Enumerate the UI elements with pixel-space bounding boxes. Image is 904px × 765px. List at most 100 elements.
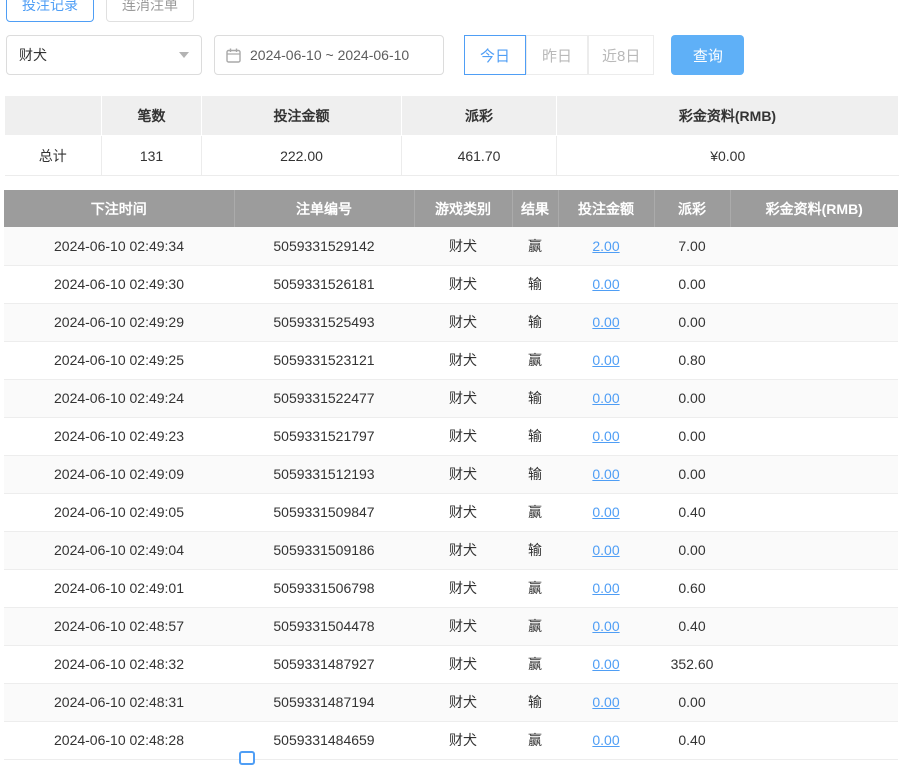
table-row: 2024-06-10 02:48:575059331504478财犬赢0.000… — [4, 607, 898, 645]
tab-chain-cancel-orders[interactable]: 连消注单 — [106, 0, 194, 22]
summary-header-cell: 笔数 — [102, 96, 202, 136]
result-cell: 赢 — [512, 493, 558, 531]
quick-date-button-group: 今日 昨日 近8日 — [464, 35, 654, 75]
game-type-cell: 财犬 — [414, 303, 512, 341]
records-table-head: 下注时间注单编号游戏类别结果投注金额派彩彩金资料(RMB) — [4, 190, 898, 227]
bet-amount-cell: 0.00 — [558, 379, 654, 417]
order-id-cell: 5059331509186 — [234, 531, 414, 569]
search-button[interactable]: 查询 — [671, 35, 744, 75]
bet-amount-cell: 0.00 — [558, 721, 654, 759]
bonus-cell — [730, 379, 898, 417]
filter-bar: 财犬 2024-06-10 ~ 2024-06-10 今日 昨日 近8日 查询 — [6, 35, 901, 75]
order-id-cell: 5059331512193 — [234, 455, 414, 493]
bonus-cell — [730, 493, 898, 531]
bet-amount-link[interactable]: 0.00 — [592, 618, 619, 634]
summary-header-cell: 派彩 — [402, 96, 557, 136]
bet-amount-link[interactable]: 0.00 — [592, 466, 619, 482]
order-id-cell: 5059331504478 — [234, 607, 414, 645]
bet-time-cell: 2024-06-10 02:48:32 — [4, 645, 234, 683]
bet-amount-cell: 0.00 — [558, 303, 654, 341]
game-type-cell: 财犬 — [414, 607, 512, 645]
betting-records-page: 投注记录 连消注单 财犬 2024-06-10 ~ 2024-06-10 今日 … — [0, 0, 904, 760]
game-type-cell: 财犬 — [414, 341, 512, 379]
result-cell: 输 — [512, 265, 558, 303]
bonus-cell — [730, 417, 898, 455]
calendar-icon — [226, 48, 241, 63]
bet-time-cell: 2024-06-10 02:49:23 — [4, 417, 234, 455]
bet-amount-cell: 2.00 — [558, 227, 654, 265]
game-type-cell: 财犬 — [414, 417, 512, 455]
bet-amount-cell: 0.00 — [558, 607, 654, 645]
summary-table-body: 总计131222.00461.70¥0.00 — [5, 136, 899, 176]
tab-bar: 投注记录 连消注单 — [4, 0, 901, 22]
payout-cell: 0.40 — [654, 607, 730, 645]
bet-amount-link[interactable]: 0.00 — [592, 276, 619, 292]
game-type-cell: 财犬 — [414, 531, 512, 569]
bet-time-cell: 2024-06-10 02:49:01 — [4, 569, 234, 607]
bet-time-cell: 2024-06-10 02:48:28 — [4, 721, 234, 759]
bet-amount-cell: 0.00 — [558, 265, 654, 303]
bet-amount-link[interactable]: 0.00 — [592, 732, 619, 748]
bonus-cell — [730, 265, 898, 303]
bet-time-cell: 2024-06-10 02:49:09 — [4, 455, 234, 493]
date-range-input[interactable]: 2024-06-10 ~ 2024-06-10 — [214, 35, 444, 75]
bet-amount-link[interactable]: 0.00 — [592, 694, 619, 710]
summary-header-cell: 彩金资料(RMB) — [557, 96, 899, 136]
order-id-cell: 5059331522477 — [234, 379, 414, 417]
bet-amount-link[interactable]: 0.00 — [592, 542, 619, 558]
game-type-cell: 财犬 — [414, 569, 512, 607]
bet-amount-link[interactable]: 0.00 — [592, 390, 619, 406]
result-cell: 赢 — [512, 645, 558, 683]
bonus-cell — [730, 303, 898, 341]
tab-betting-records[interactable]: 投注记录 — [6, 0, 94, 22]
quick-btn-last8days[interactable]: 近8日 — [588, 35, 654, 75]
result-cell: 赢 — [512, 341, 558, 379]
order-id-cell: 5059331506798 — [234, 569, 414, 607]
payout-cell: 0.40 — [654, 721, 730, 759]
result-cell: 输 — [512, 303, 558, 341]
table-row: 2024-06-10 02:48:325059331487927财犬赢0.003… — [4, 645, 898, 683]
bet-amount-link[interactable]: 2.00 — [592, 238, 619, 254]
payout-cell: 0.40 — [654, 493, 730, 531]
order-id-cell: 5059331509847 — [234, 493, 414, 531]
table-row: 2024-06-10 02:49:295059331525493财犬输0.000… — [4, 303, 898, 341]
bet-amount-link[interactable]: 0.00 — [592, 314, 619, 330]
bet-time-cell: 2024-06-10 02:49:04 — [4, 531, 234, 569]
table-row: 2024-06-10 02:49:015059331506798财犬赢0.000… — [4, 569, 898, 607]
summary-header-cell — [5, 96, 102, 136]
bet-amount-cell: 0.00 — [558, 645, 654, 683]
bet-amount-link[interactable]: 0.00 — [592, 352, 619, 368]
date-range-value: 2024-06-10 ~ 2024-06-10 — [250, 47, 409, 63]
order-id-cell: 5059331487194 — [234, 683, 414, 721]
bonus-cell — [730, 455, 898, 493]
bet-time-cell: 2024-06-10 02:49:30 — [4, 265, 234, 303]
summary-row-label: 总计 — [5, 136, 102, 176]
table-row: 2024-06-10 02:48:315059331487194财犬输0.000… — [4, 683, 898, 721]
quick-btn-yesterday[interactable]: 昨日 — [526, 35, 588, 75]
result-cell: 输 — [512, 455, 558, 493]
records-header-cell: 结果 — [512, 190, 558, 227]
summary-value-cell: 461.70 — [402, 136, 557, 176]
summary-table-head: 笔数投注金额派彩彩金资料(RMB) — [5, 96, 899, 136]
order-id-cell: 5059331526181 — [234, 265, 414, 303]
summary-total-row: 总计131222.00461.70¥0.00 — [5, 136, 899, 176]
game-select-value: 财犬 — [19, 45, 47, 65]
result-cell: 赢 — [512, 607, 558, 645]
order-id-cell: 5059331523121 — [234, 341, 414, 379]
bet-amount-link[interactable]: 0.00 — [592, 428, 619, 444]
bet-amount-link[interactable]: 0.00 — [592, 656, 619, 672]
result-cell: 输 — [512, 417, 558, 455]
game-type-cell: 财犬 — [414, 227, 512, 265]
bet-amount-link[interactable]: 0.00 — [592, 580, 619, 596]
table-row: 2024-06-10 02:49:045059331509186财犬输0.000… — [4, 531, 898, 569]
payout-cell: 0.00 — [654, 303, 730, 341]
result-cell: 赢 — [512, 227, 558, 265]
records-header-cell: 彩金资料(RMB) — [730, 190, 898, 227]
records-header-cell: 注单编号 — [234, 190, 414, 227]
game-type-cell: 财犬 — [414, 645, 512, 683]
game-type-cell: 财犬 — [414, 265, 512, 303]
payout-cell: 352.60 — [654, 645, 730, 683]
game-select[interactable]: 财犬 — [6, 35, 202, 75]
quick-btn-today[interactable]: 今日 — [464, 35, 526, 75]
bet-amount-link[interactable]: 0.00 — [592, 504, 619, 520]
